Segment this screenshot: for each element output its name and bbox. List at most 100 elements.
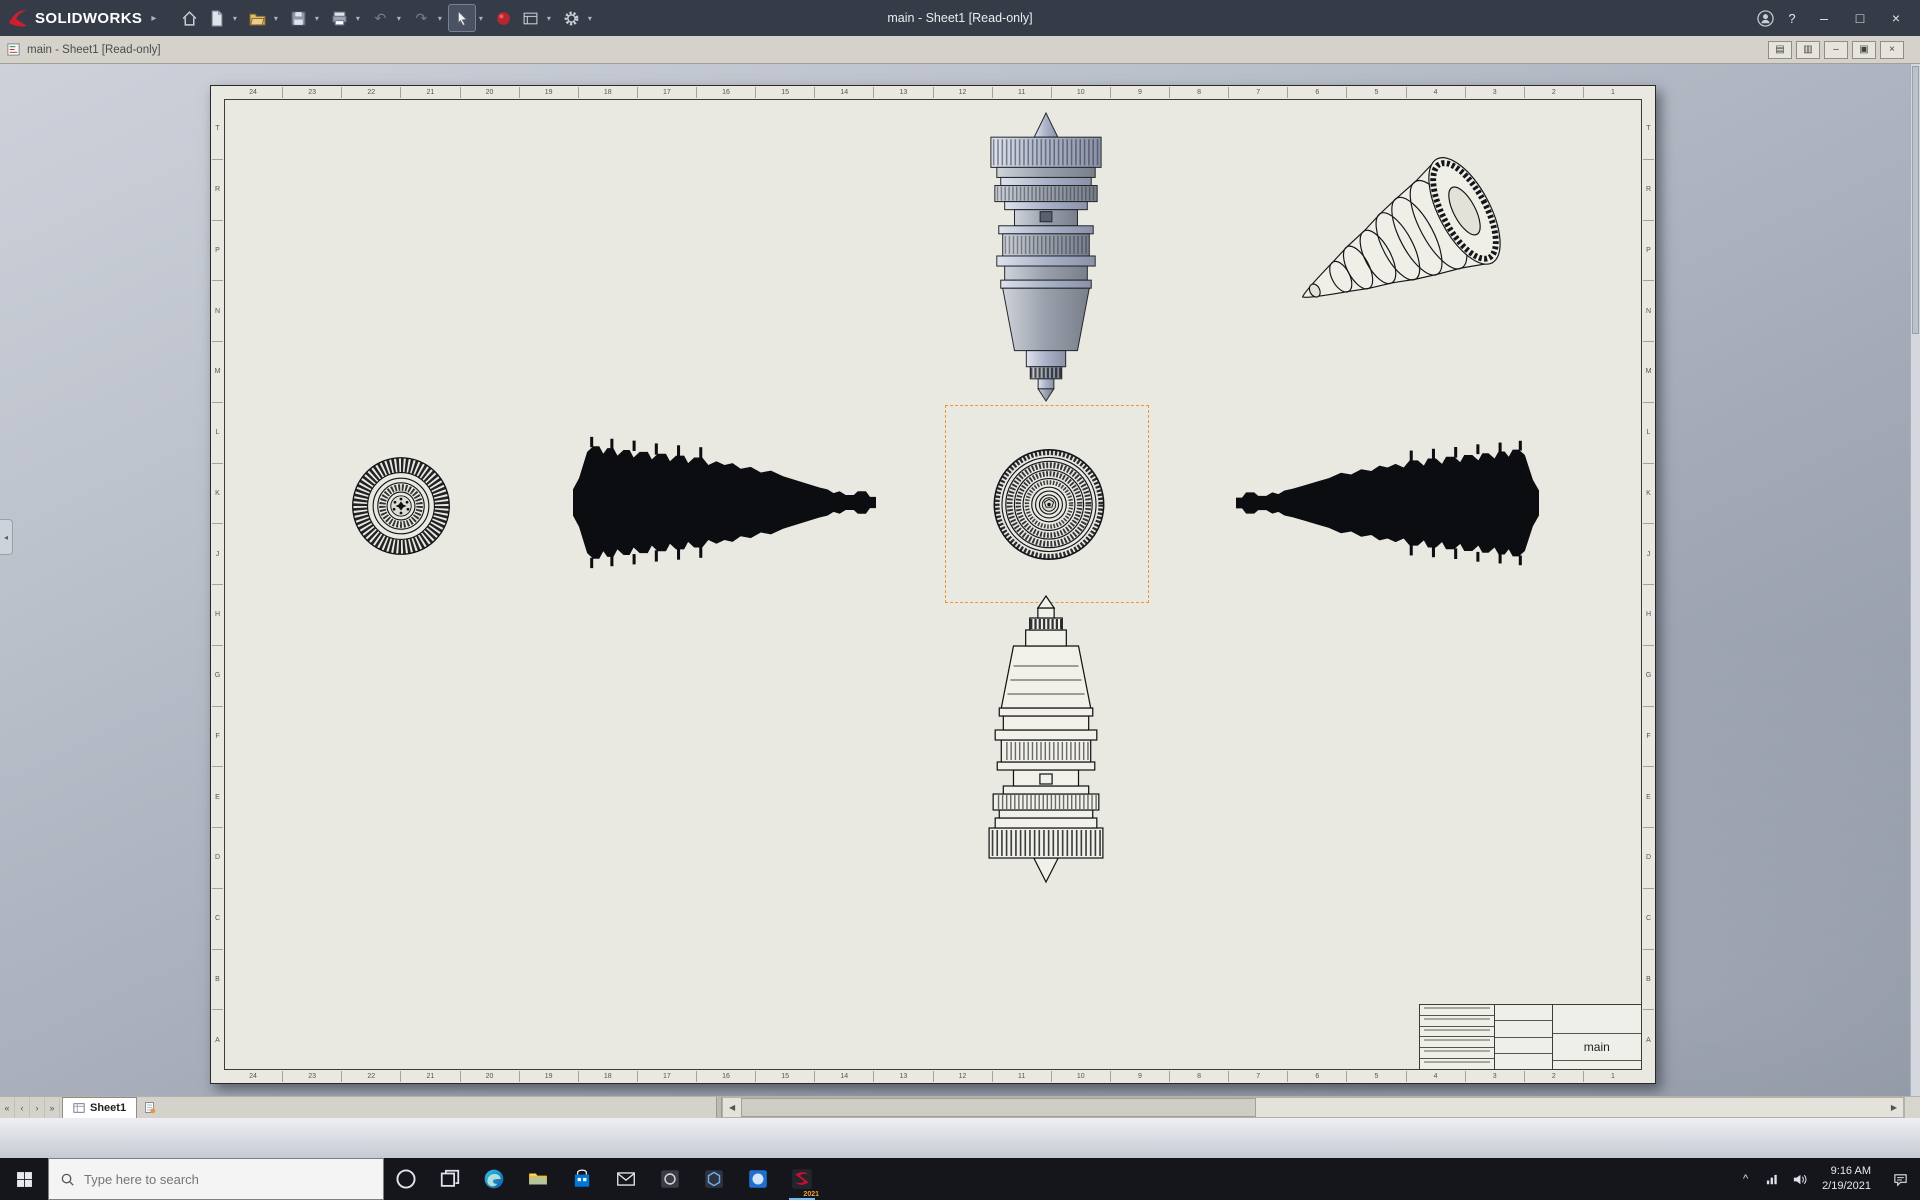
taskbar-app-mail[interactable] [604, 1158, 648, 1200]
save-dropdown[interactable]: ▾ [311, 5, 322, 31]
taskbar-app-3d-viewer[interactable] [692, 1158, 736, 1200]
taskbar-app-store[interactable] [560, 1158, 604, 1200]
drawing-view-top[interactable] [985, 111, 1107, 405]
windows-logo-icon [16, 1171, 32, 1187]
zone-label: 8 [1169, 1071, 1228, 1082]
new-document-button[interactable] [203, 5, 229, 31]
drawing-sheet[interactable]: 24 23 22 21 20 19 18 17 16 15 14 13 12 11 10 9 8 7 6 5 4 3 2 1 … [210, 85, 1656, 1084]
open-dropdown[interactable]: ▾ [270, 5, 281, 31]
zone-label: T [1646, 125, 1651, 133]
appearance-button[interactable] [490, 5, 516, 31]
drawing-view-left[interactable] [573, 435, 876, 570]
tray-expand-button[interactable]: ^ [1732, 1158, 1759, 1200]
options-dropdown[interactable]: ▾ [584, 5, 595, 31]
print-button[interactable] [326, 5, 352, 31]
zone-label: 4 [1405, 1071, 1465, 1082]
volume-icon[interactable] [1786, 1158, 1813, 1200]
taskbar-app-file-explorer[interactable] [516, 1158, 560, 1200]
previous-sheet-button[interactable]: ‹ [15, 1097, 30, 1118]
zone-label: 19 [518, 87, 578, 98]
doc-minimize-button[interactable]: – [1824, 40, 1848, 59]
menu-expand-arrow[interactable]: ▸ [147, 13, 160, 24]
help-button[interactable]: ? [1778, 3, 1806, 33]
taskbar-app-edge[interactable] [472, 1158, 516, 1200]
select-tool-button[interactable] [448, 4, 477, 32]
zone-label: G [1643, 644, 1654, 706]
zone-label: J [1643, 523, 1654, 584]
graphics-area[interactable]: 24 23 22 21 20 19 18 17 16 15 14 13 12 11 10 9 8 7 6 5 4 3 2 1 … [0, 64, 1920, 1096]
doc-window-button-1[interactable]: ▤ [1768, 40, 1792, 59]
open-button[interactable] [244, 5, 270, 31]
drawing-view-bottom[interactable] [983, 592, 1109, 884]
doc-restore-button[interactable]: ▣ [1852, 40, 1876, 59]
title-block-info-cells [1495, 1005, 1553, 1069]
print-dropdown[interactable]: ▾ [352, 5, 363, 31]
next-sheet-button[interactable]: › [30, 1097, 45, 1118]
tab-sheet1[interactable]: Sheet1 [62, 1097, 138, 1118]
redo-dropdown[interactable]: ▾ [434, 5, 445, 31]
save-button[interactable] [285, 5, 311, 31]
action-center-button[interactable] [1880, 1158, 1920, 1200]
close-button[interactable]: × [1878, 3, 1914, 33]
start-button[interactable] [0, 1158, 48, 1200]
vertical-scrollbar-thumb[interactable] [1912, 66, 1919, 335]
zone-label: 6 [1287, 1071, 1346, 1082]
zone-label: 21 [400, 87, 459, 98]
cortana-button[interactable] [384, 1158, 428, 1200]
display-settings-dropdown[interactable]: ▾ [543, 5, 554, 31]
undo-dropdown[interactable]: ▾ [393, 5, 404, 31]
mail-icon [617, 1172, 635, 1186]
taskbar-app-solidworks[interactable]: 2021 [780, 1158, 824, 1200]
camera-app-icon [661, 1170, 679, 1188]
windows-taskbar: 2021 ^ 9:16 AM 2/19/2021 [0, 1158, 1920, 1200]
scroll-left-button[interactable]: ◀ [723, 1098, 741, 1117]
scroll-right-button[interactable]: ▶ [1885, 1098, 1903, 1117]
zone-label: H [1643, 584, 1654, 645]
zone-label: E [1643, 766, 1654, 827]
drawing-view-isometric[interactable] [1263, 154, 1513, 350]
minimize-button[interactable]: – [1806, 3, 1842, 33]
horizontal-scrollbar[interactable]: ◀ ▶ [722, 1097, 1904, 1118]
zone-label: 12 [932, 1071, 992, 1082]
taskbar-app-photos[interactable] [736, 1158, 780, 1200]
network-icon[interactable] [1759, 1158, 1786, 1200]
new-document-dropdown[interactable]: ▾ [229, 5, 240, 31]
solidworks-logo[interactable]: SOLIDWORKS ▸ [6, 6, 160, 30]
taskbar-search[interactable] [48, 1158, 384, 1200]
search-input[interactable] [84, 1171, 372, 1187]
vertical-scrollbar[interactable] [1910, 64, 1920, 1096]
add-sheet-button[interactable] [137, 1097, 161, 1118]
select-tool-dropdown[interactable]: ▾ [475, 5, 486, 31]
maximize-button[interactable]: □ [1842, 3, 1878, 33]
last-sheet-button[interactable]: » [45, 1097, 60, 1118]
doc-window-button-2[interactable]: ▥ [1796, 40, 1820, 59]
home-button[interactable] [176, 5, 202, 31]
zone-label: 21 [400, 1071, 459, 1082]
drawing-view-front[interactable] [989, 445, 1109, 564]
system-tray: ^ 9:16 AM 2/19/2021 [1732, 1158, 1920, 1200]
titlebar-controls: ? – □ × [1752, 3, 1914, 33]
zone-label: R [1643, 158, 1654, 220]
zone-label: 3 [1464, 1071, 1524, 1082]
account-button[interactable] [1752, 5, 1778, 31]
horizontal-scrollbar-thumb[interactable] [741, 1098, 1256, 1117]
taskbar-clock[interactable]: 9:16 AM 2/19/2021 [1813, 1164, 1880, 1194]
drawing-view-right[interactable] [1236, 439, 1539, 567]
zone-label: 22 [341, 87, 400, 98]
undo-button[interactable]: ↶ [367, 5, 393, 31]
display-settings-button[interactable] [517, 5, 543, 31]
horizontal-scrollbar-track[interactable] [741, 1098, 1885, 1117]
first-sheet-button[interactable]: « [0, 1097, 15, 1118]
zone-label: 11 [991, 1071, 1051, 1082]
task-view-button[interactable] [428, 1158, 472, 1200]
redo-button[interactable]: ↷ [408, 5, 434, 31]
taskbar-app-camera[interactable] [648, 1158, 692, 1200]
options-gear-button[interactable] [558, 5, 584, 31]
title-block: main [1419, 1004, 1642, 1070]
drawing-view-rear[interactable] [349, 451, 453, 561]
file-explorer-icon [529, 1173, 547, 1185]
doc-close-button[interactable]: × [1880, 40, 1904, 59]
zone-label: L [1643, 401, 1654, 463]
taskpane-collapse-arrow[interactable]: ◂ [0, 519, 13, 555]
zone-label: C [212, 887, 223, 949]
